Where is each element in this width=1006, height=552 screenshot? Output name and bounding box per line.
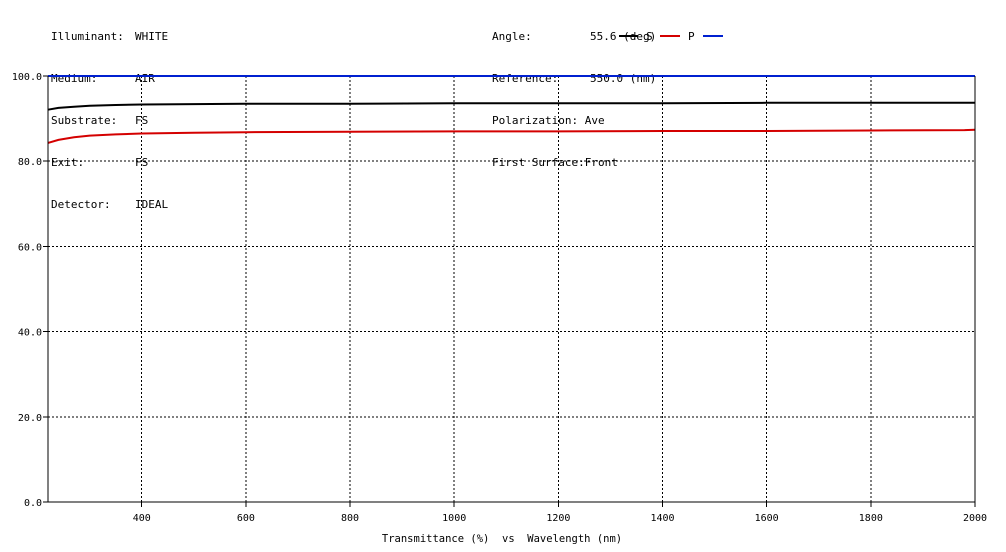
transmittance-chart: S P 0.0 20.0 40.0 60.0 80.0 100.0 400 600 800 100… — [12, 30, 987, 545]
x-tick-label: 2000 — [963, 513, 987, 524]
y-tick-label: 100.0 — [12, 72, 42, 83]
x-tick-label: 800 — [341, 513, 359, 524]
y-tick-label: 20.0 — [18, 413, 42, 424]
x-tick-label: 400 — [133, 513, 151, 524]
tick-labels: 0.0 20.0 40.0 60.0 80.0 100.0 400 600 800 1000 120… — [12, 72, 987, 524]
y-tick-label: 60.0 — [18, 242, 42, 253]
legend-label-s: S — [646, 30, 653, 43]
x-tick-label: 1000 — [442, 513, 466, 524]
legend: S P — [619, 30, 723, 43]
x-tick-label: 1400 — [650, 513, 674, 524]
x-tick-label: 600 — [237, 513, 255, 524]
series-line-s — [47, 128, 976, 144]
x-tick-label: 1600 — [755, 513, 779, 524]
legend-label-p: P — [688, 30, 695, 43]
y-tick-label: 0.0 — [24, 498, 42, 509]
series-lines — [47, 75, 976, 144]
x-axis-label: Transmittance (%) vs Wavelength (nm) — [382, 533, 622, 545]
x-tick-label: 1800 — [859, 513, 883, 524]
axes — [43, 75, 976, 507]
series-line-ave — [47, 101, 975, 111]
x-tick-label: 1200 — [546, 513, 570, 524]
y-tick-label: 80.0 — [18, 157, 42, 168]
y-tick-label: 40.0 — [18, 328, 42, 339]
grid — [48, 76, 975, 502]
